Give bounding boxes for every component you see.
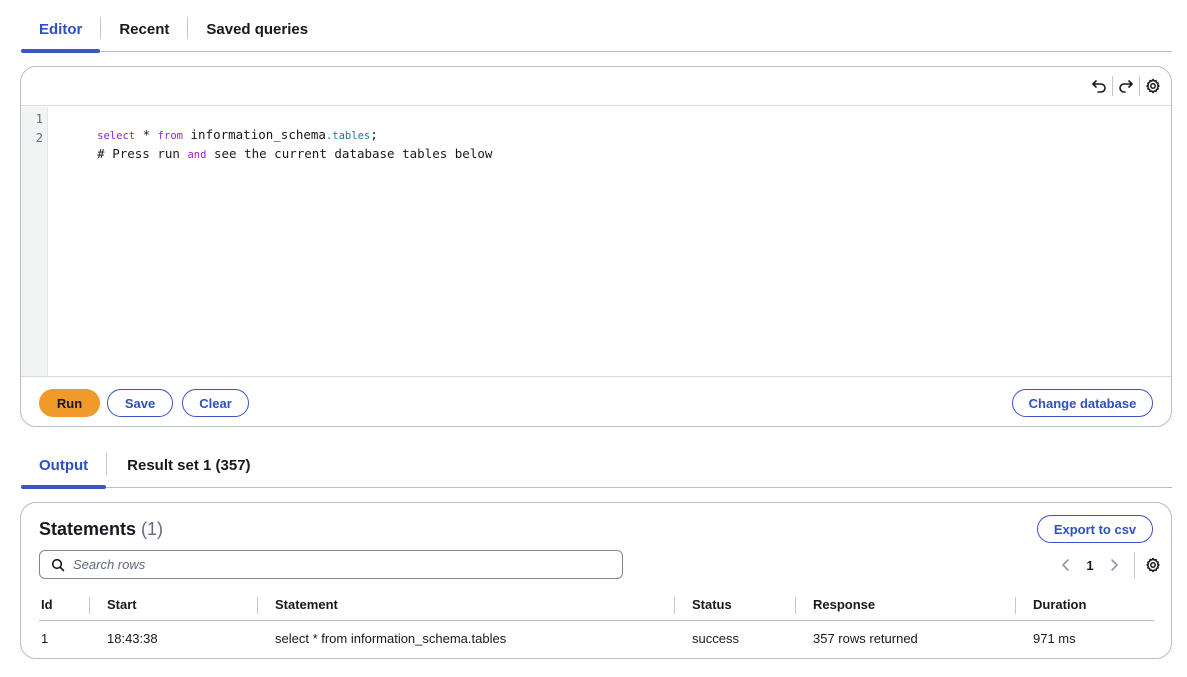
statements-count: (1) — [141, 519, 164, 539]
column-header-status[interactable]: Status — [674, 590, 795, 621]
code-text: # Press run — [97, 146, 188, 161]
tab-label: Editor — [39, 21, 83, 38]
column-header-response[interactable]: Response — [795, 590, 1015, 621]
table-row[interactable]: 1 18:43:38 select * from information_sch… — [39, 620, 1154, 656]
export-csv-button[interactable]: Export to csv — [1037, 515, 1153, 543]
cell-duration: 971 ms — [1033, 630, 1076, 646]
column-header-id[interactable]: Id — [39, 590, 89, 621]
page-number[interactable]: 1 — [1078, 558, 1102, 573]
search-field[interactable] — [39, 550, 623, 579]
cell-statement: select * from information_schema.tables — [275, 630, 507, 646]
line-number-gutter: 1 2 — [21, 107, 48, 376]
tab-result-set-1[interactable]: Result set 1 (357) — [107, 444, 268, 487]
table-header-row: Id Start Statement Status Response Durat… — [39, 590, 1154, 621]
query-editor-panel: 1 2 select * from information_schema.tab… — [20, 66, 1172, 427]
toolbar-divider — [1112, 76, 1113, 96]
column-header-duration[interactable]: Duration — [1015, 590, 1154, 621]
table-settings-gear-icon[interactable] — [1141, 553, 1165, 577]
statements-table: Id Start Statement Status Response Durat… — [39, 590, 1154, 656]
tab-recent[interactable]: Recent — [101, 8, 187, 51]
code-text: see the current database tables below — [206, 146, 493, 161]
output-tabs: Output Result set 1 (357) — [21, 444, 1172, 489]
undo-icon[interactable] — [1087, 75, 1111, 97]
cell-start: 18:43:38 — [107, 630, 158, 646]
chevron-left-icon[interactable] — [1054, 553, 1078, 577]
search-icon — [51, 558, 65, 572]
tab-label: Saved queries — [206, 21, 309, 38]
column-header-start[interactable]: Start — [89, 590, 257, 621]
settings-gear-icon[interactable] — [1141, 75, 1165, 97]
code-editor[interactable]: 1 2 select * from information_schema.tab… — [21, 107, 1171, 377]
tab-output[interactable]: Output — [21, 444, 107, 489]
editor-actions: Run Save Clear Change database — [21, 378, 1171, 426]
tab-label: Recent — [119, 21, 170, 38]
code-line-2: # Press run and see the current database… — [52, 131, 492, 176]
line-number: 1 — [35, 112, 43, 126]
tab-editor[interactable]: Editor — [21, 8, 101, 53]
statements-title: Statements — [39, 519, 137, 539]
statements-heading: Statements (1) — [39, 519, 163, 540]
statements-panel: Statements (1) Export to csv 1 Id Start — [20, 502, 1172, 659]
tab-saved-queries[interactable]: Saved queries — [188, 8, 326, 51]
cell-status: success — [692, 630, 739, 646]
cell-id: 1 — [41, 630, 49, 646]
column-header-statement[interactable]: Statement — [257, 590, 674, 621]
cell-response: 357 rows returned — [813, 630, 918, 646]
editor-toolbar — [21, 67, 1171, 106]
redo-icon[interactable] — [1114, 75, 1138, 97]
tab-label: Result set 1 (357) — [127, 457, 251, 474]
chevron-right-icon[interactable] — [1102, 553, 1126, 577]
search-input[interactable] — [73, 557, 593, 572]
toolbar-divider — [1139, 76, 1140, 96]
tab-label: Output — [39, 457, 89, 474]
pager-divider — [1134, 552, 1135, 578]
editor-tabs: Editor Recent Saved queries — [21, 8, 1172, 53]
run-button[interactable]: Run — [39, 389, 100, 417]
change-database-button[interactable]: Change database — [1012, 389, 1153, 417]
line-number: 2 — [35, 131, 43, 145]
sql-keyword: and — [187, 149, 207, 161]
save-button[interactable]: Save — [107, 389, 173, 417]
pagination: 1 — [1054, 550, 1165, 580]
clear-button[interactable]: Clear — [182, 389, 249, 417]
